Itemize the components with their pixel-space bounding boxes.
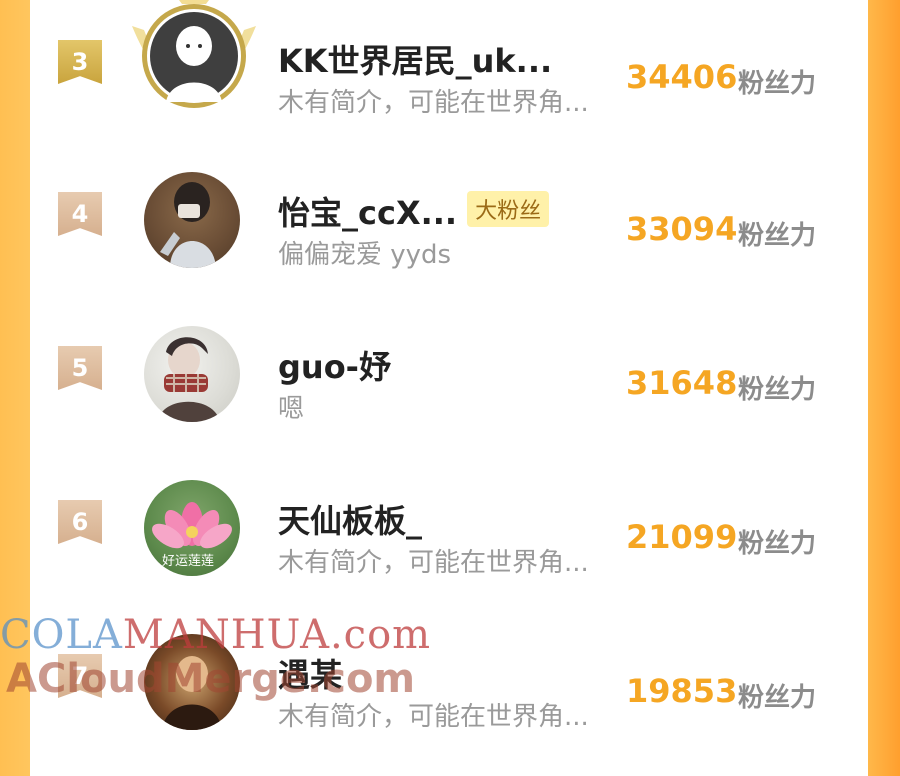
rank-badge: 6: [58, 500, 102, 544]
rank-badge: 3: [58, 40, 102, 84]
fan-ranking-list: 3 KK世界居民_uk... 木有简介，可能在世界角... 34406 粉丝力 …: [30, 0, 868, 732]
avatar-photo-icon: [158, 337, 220, 422]
avatar[interactable]: [126, 0, 262, 120]
user-name[interactable]: 怡宝_ccX... 大粉丝: [278, 188, 550, 234]
user-bio: 偏偏宠爱 yyds: [278, 240, 452, 270]
user-bio: 木有简介，可能在世界角...: [278, 548, 589, 578]
user-name[interactable]: KK世界居民_uk...: [278, 36, 552, 82]
avatar-photo-icon: [162, 656, 222, 730]
rank-badge: 5: [58, 346, 102, 390]
fan-score: 33094: [626, 210, 738, 248]
user-name[interactable]: 遇某: [278, 650, 342, 696]
avatar-caption: 好运莲莲: [162, 554, 215, 569]
avatar[interactable]: [144, 172, 244, 272]
rank-badge: 7: [58, 654, 102, 698]
user-name[interactable]: guo-妤: [278, 342, 391, 388]
big-fan-badge: 大粉丝: [467, 191, 550, 227]
ranking-row[interactable]: 3 KK世界居民_uk... 木有简介，可能在世界角... 34406 粉丝力: [30, 0, 868, 162]
avatar[interactable]: 好运莲莲: [144, 480, 244, 580]
fan-score: 34406: [626, 58, 738, 96]
fan-score-label: 粉丝力: [738, 683, 817, 713]
ranking-row[interactable]: 4 怡宝_ccX... 大粉丝 偏偏宠爱 yyds 33094 粉丝力: [30, 164, 868, 314]
fan-score-label: 粉丝力: [738, 375, 817, 405]
fan-score: 19853: [626, 672, 738, 710]
crown-laurel-icon: [132, 0, 256, 108]
user-bio: 嗯: [278, 394, 305, 424]
fan-score: 31648: [626, 364, 738, 402]
avatar-photo-icon: [160, 182, 216, 268]
ranking-row[interactable]: 5 guo-妤 嗯 31648 粉丝力: [30, 318, 868, 468]
user-name[interactable]: 天仙板板_: [278, 496, 422, 542]
avatar[interactable]: [144, 634, 244, 734]
ranking-row[interactable]: 6 好运莲莲 天仙板板_ 木有简介，可能在世界角... 21099 粉丝力: [30, 472, 868, 622]
avatar[interactable]: [144, 326, 244, 426]
fan-score-label: 粉丝力: [738, 529, 817, 559]
fan-score: 21099: [626, 518, 738, 556]
ranking-row[interactable]: 7 遇某 木有简介，可能在世界角... 19853 粉丝力: [30, 626, 868, 776]
user-bio: 木有简介，可能在世界角...: [278, 88, 589, 118]
rank-badge: 4: [58, 192, 102, 236]
fan-score-label: 粉丝力: [738, 221, 817, 251]
fan-score-label: 粉丝力: [738, 69, 817, 99]
user-name-text[interactable]: 怡宝_ccX...: [278, 194, 457, 232]
